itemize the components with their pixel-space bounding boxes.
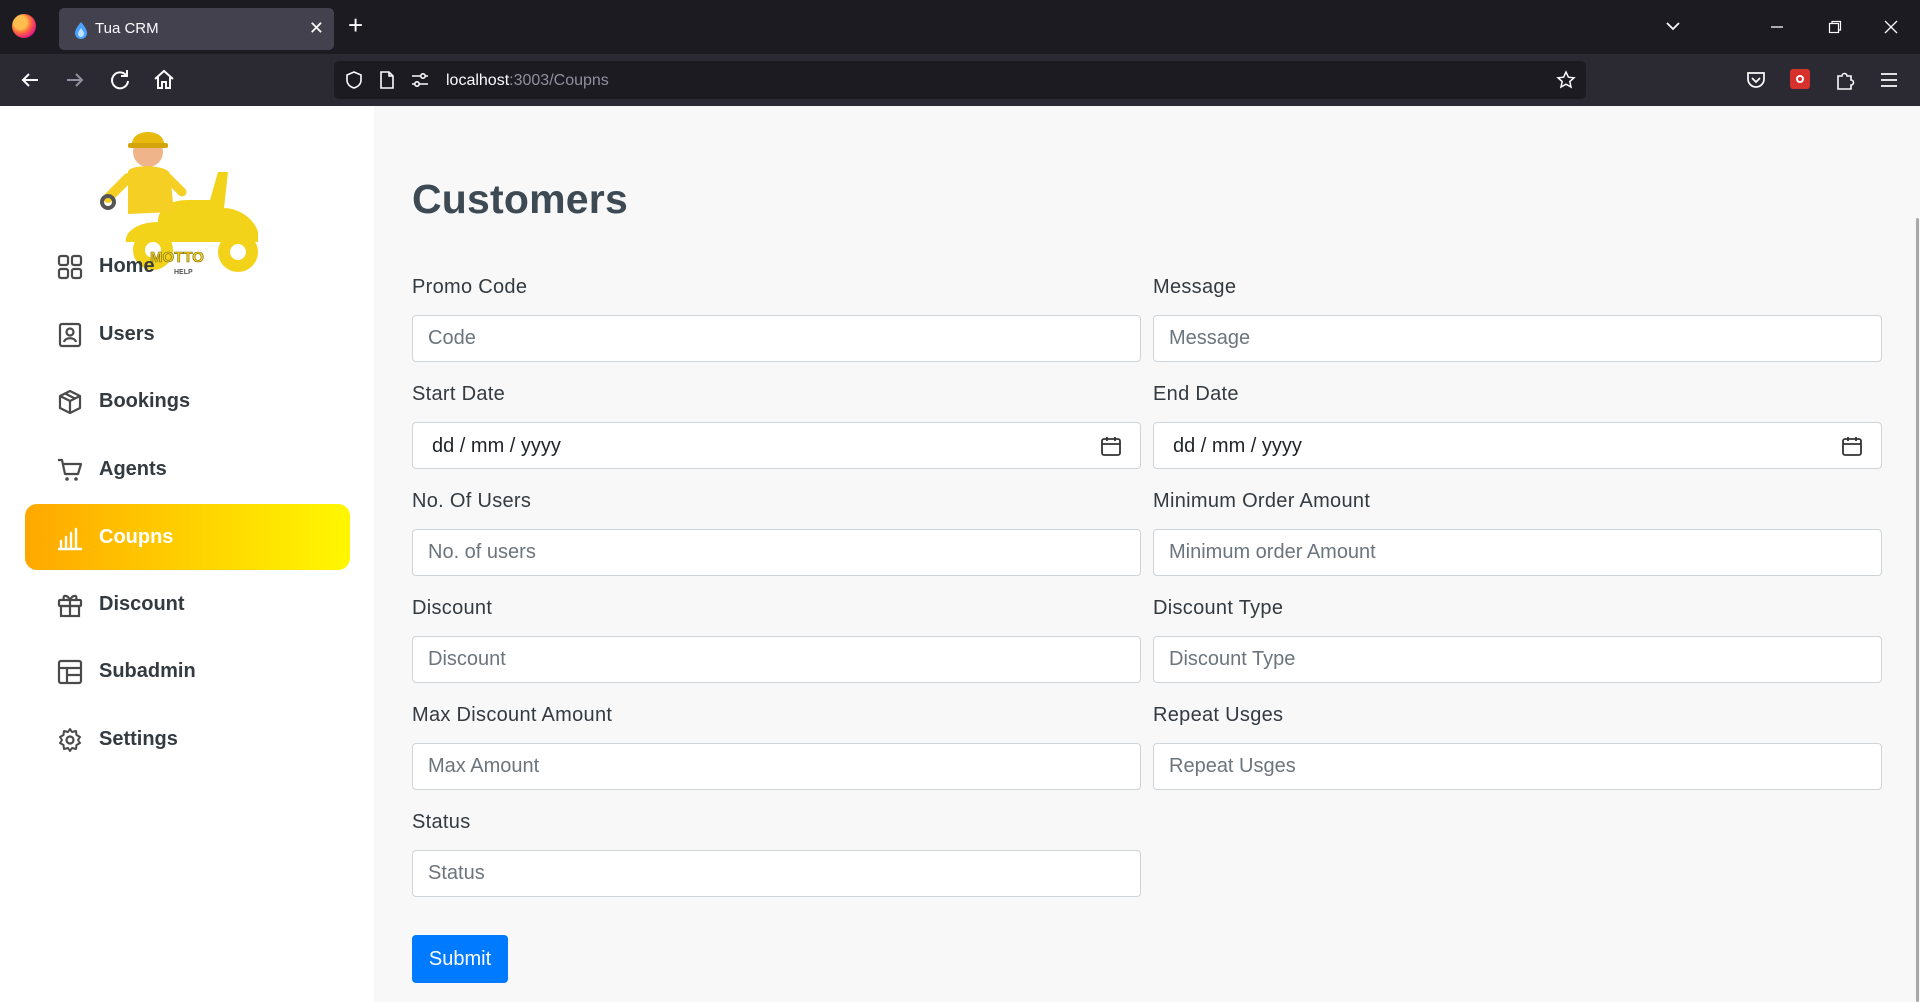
start-date-group: Start Date dd / mm / yyyy — [412, 383, 1141, 469]
sidebar-item-bookings[interactable]: Bookings — [25, 368, 350, 434]
end-date-group: End Date dd / mm / yyyy — [1153, 383, 1882, 469]
discount-type-group: Discount Type — [1153, 597, 1882, 683]
browser-tab-strip: Tua CRM ✕ + — [0, 0, 1920, 54]
start-date-label: Start Date — [412, 383, 506, 405]
message-group: Message — [1153, 276, 1882, 362]
url-host: localhost — [446, 72, 510, 89]
pocket-icon[interactable] — [1745, 69, 1767, 91]
address-bar[interactable]: localhost:3003/Coupns — [334, 61, 1586, 99]
no-of-users-label: No. Of Users — [412, 490, 532, 512]
extension-red-icon[interactable] — [1789, 68, 1811, 90]
discount-type-input[interactable] — [1153, 636, 1882, 683]
main-content: Customers Promo Code Message Start Date … — [375, 106, 1920, 1002]
restore-icon[interactable] — [1828, 20, 1842, 34]
end-date-input[interactable]: dd / mm / yyyy — [1153, 422, 1882, 469]
promo-code-group: Promo Code — [412, 276, 1141, 362]
sidebar-item-coupns[interactable]: Coupns — [25, 504, 350, 570]
forward-icon[interactable] — [61, 66, 89, 94]
firefox-menu-icon[interactable] — [12, 14, 36, 38]
no-of-users-group: No. Of Users — [412, 490, 1141, 576]
promo-code-input[interactable] — [412, 315, 1141, 362]
sidebar-item-home[interactable]: Home — [25, 233, 350, 299]
sidebar-item-label: Bookings — [99, 390, 191, 412]
max-discount-label: Max Discount Amount — [412, 704, 613, 726]
end-date-placeholder: dd / mm / yyyy — [1173, 435, 1302, 457]
back-icon[interactable] — [16, 66, 44, 94]
page-title: Customers — [412, 176, 628, 222]
reload-icon[interactable] — [106, 66, 134, 94]
no-of-users-input[interactable] — [412, 529, 1141, 576]
calendar-icon[interactable] — [1100, 435, 1122, 457]
max-discount-group: Max Discount Amount — [412, 704, 1141, 790]
start-date-placeholder: dd / mm / yyyy — [432, 435, 561, 457]
extensions-puzzle-icon[interactable] — [1834, 69, 1856, 91]
sidebar-item-label: Agents — [99, 458, 167, 480]
repeat-usges-group: Repeat Usges — [1153, 704, 1882, 790]
scrollbar-thumb[interactable] — [1916, 218, 1919, 1002]
min-order-input[interactable] — [1153, 529, 1882, 576]
web-page: MOTTO HELP Home Users Bookings Agents Co… — [0, 106, 1920, 1002]
status-label: Status — [412, 811, 471, 833]
sidebar-item-discount[interactable]: Discount — [25, 571, 350, 637]
page-icon[interactable] — [378, 70, 396, 90]
tab-favicon-icon — [75, 22, 87, 39]
url-path: :3003/Coupns — [509, 72, 609, 89]
sidebar-item-subadmin[interactable]: Subadmin — [25, 638, 350, 704]
minimize-icon[interactable] — [1770, 20, 1784, 34]
discount-label: Discount — [412, 597, 493, 619]
package-icon — [58, 389, 82, 415]
min-order-label: Minimum Order Amount — [1153, 490, 1371, 512]
sidebar-item-label: Subadmin — [99, 660, 196, 682]
status-input[interactable] — [412, 850, 1141, 897]
gear-icon — [59, 728, 81, 752]
sidebar: MOTTO HELP Home Users Bookings Agents Co… — [0, 106, 374, 1002]
status-group: Status — [412, 811, 1141, 897]
user-badge-icon — [58, 322, 82, 348]
shield-icon[interactable] — [344, 70, 364, 90]
min-order-group: Minimum Order Amount — [1153, 490, 1882, 576]
home-icon[interactable] — [150, 66, 178, 94]
start-date-input[interactable]: dd / mm / yyyy — [412, 422, 1141, 469]
tab-list-chevron-icon[interactable] — [1665, 18, 1681, 34]
repeat-usges-label: Repeat Usges — [1153, 704, 1284, 726]
tab-close-icon[interactable]: ✕ — [309, 18, 324, 38]
gift-icon — [57, 594, 83, 618]
submit-button[interactable]: Submit — [412, 935, 508, 983]
sidebar-item-label: Home — [99, 255, 155, 277]
scrollbar[interactable] — [1915, 106, 1920, 1002]
browser-toolbar: localhost:3003/Coupns — [0, 54, 1920, 106]
sidebar-item-label: Users — [99, 323, 155, 345]
cart-icon — [58, 458, 83, 481]
browser-tab[interactable]: Tua CRM ✕ — [59, 8, 334, 50]
discount-type-label: Discount Type — [1153, 597, 1284, 619]
calendar-icon[interactable] — [1841, 435, 1863, 457]
bar-chart-icon — [57, 527, 83, 551]
repeat-usges-input[interactable] — [1153, 743, 1882, 790]
message-input[interactable] — [1153, 315, 1882, 362]
max-discount-input[interactable] — [412, 743, 1141, 790]
end-date-label: End Date — [1153, 383, 1239, 405]
close-window-icon[interactable] — [1884, 20, 1898, 34]
promo-code-label: Promo Code — [412, 276, 528, 298]
url-text[interactable]: localhost:3003/Coupns — [446, 72, 609, 90]
sidebar-item-users[interactable]: Users — [25, 301, 350, 367]
grid-icon — [57, 254, 83, 280]
permissions-icon[interactable] — [410, 71, 430, 89]
discount-group: Discount — [412, 597, 1141, 683]
sidebar-item-label: Coupns — [99, 526, 174, 548]
message-label: Message — [1153, 276, 1237, 298]
discount-input[interactable] — [412, 636, 1141, 683]
sidebar-item-label: Settings — [99, 728, 178, 750]
new-tab-icon[interactable]: + — [348, 12, 363, 38]
sidebar-item-label: Discount — [99, 593, 185, 615]
tab-title: Tua CRM — [95, 20, 159, 37]
sidebar-item-settings[interactable]: Settings — [25, 706, 350, 772]
app-menu-icon[interactable] — [1879, 70, 1899, 90]
bookmark-star-icon[interactable] — [1556, 70, 1576, 90]
sidebar-item-agents[interactable]: Agents — [25, 436, 350, 502]
layout-icon — [57, 659, 83, 685]
